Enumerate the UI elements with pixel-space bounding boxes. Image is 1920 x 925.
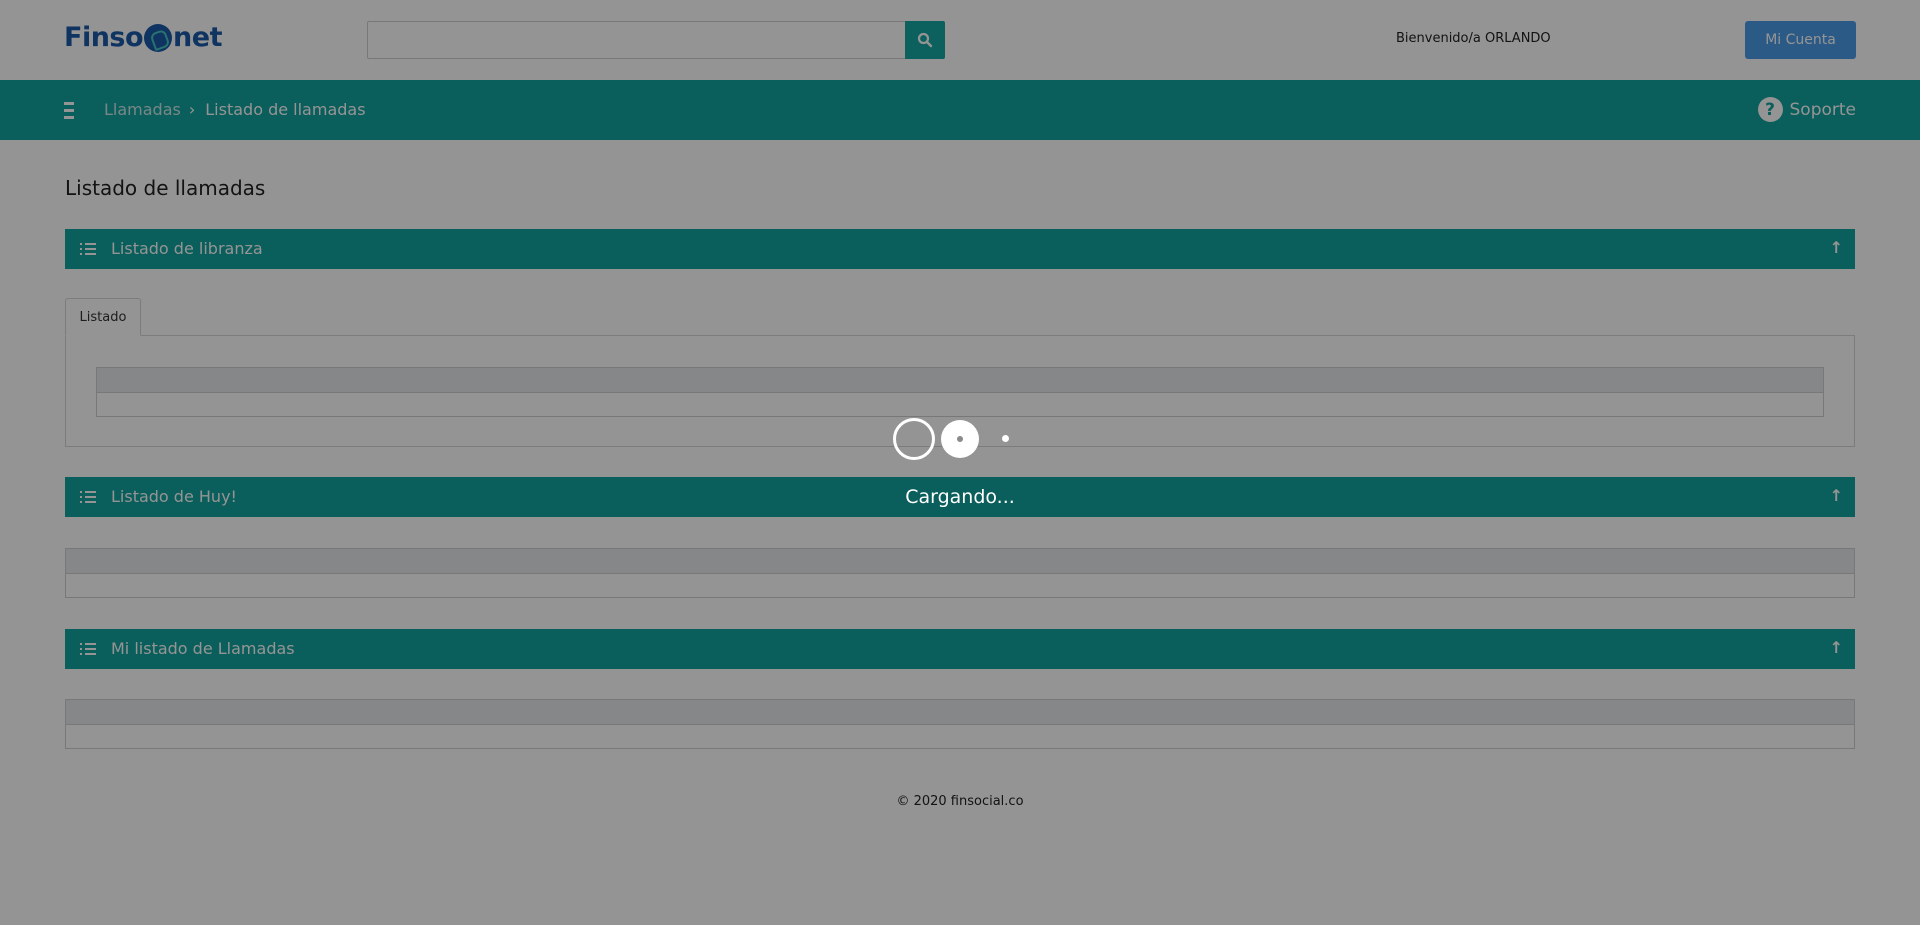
loading-text: Cargando... [905, 486, 1015, 508]
loading-overlay [0, 0, 1920, 925]
spinner-dot-icon [941, 420, 979, 458]
spinner-ring-icon [893, 418, 935, 460]
spinner-small-dot-icon [1002, 435, 1009, 442]
